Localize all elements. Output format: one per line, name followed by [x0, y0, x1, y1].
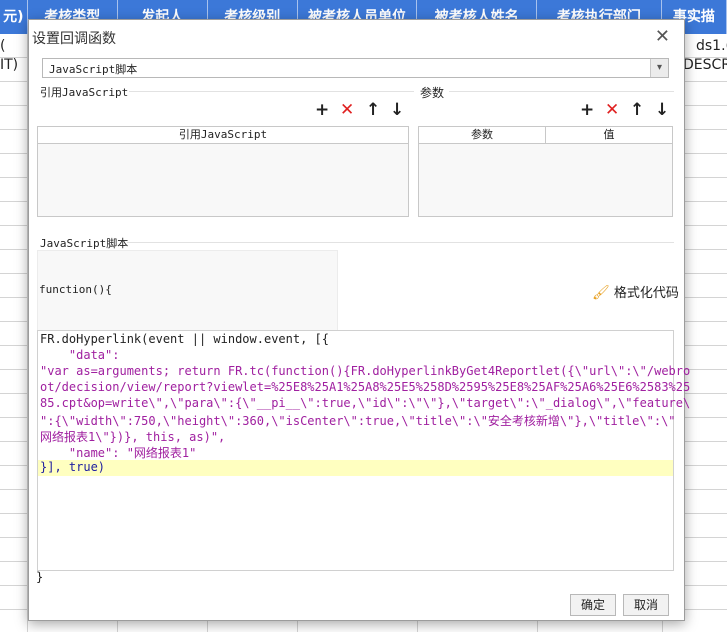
brush-icon: 🖌: [592, 285, 610, 301]
cell-left-row1[interactable]: (: [0, 38, 5, 54]
script-type-select[interactable]: JavaScript脚本 ▾: [42, 58, 669, 78]
column-header[interactable]: 元): [0, 0, 28, 34]
delete-ref-js-button[interactable]: ✕: [340, 101, 354, 119]
move-up-param-button[interactable]: ↑: [630, 101, 644, 119]
chevron-down-icon[interactable]: ▾: [650, 59, 668, 77]
ref-js-table-body[interactable]: [38, 144, 408, 216]
code-line: 85.cpt&op=write\",\"para\":{\"__pi__\":t…: [40, 396, 691, 410]
add-param-button[interactable]: +: [580, 101, 594, 119]
callback-function-dialog: 设置回调函数 ✕ JavaScript脚本 ▾ 引用JavaScript 参数 …: [28, 19, 690, 621]
ref-js-table[interactable]: 引用JavaScript: [37, 126, 409, 217]
cancel-button[interactable]: 取消: [623, 594, 669, 616]
section-divider: [129, 91, 414, 92]
current-line-highlight: [38, 460, 673, 476]
code-line: "var as=arguments; return FR.tc(function…: [40, 364, 691, 378]
params-table-header: 参数 值: [419, 127, 672, 144]
ref-js-column-header[interactable]: 引用JavaScript: [38, 127, 408, 143]
cell-right-row1[interactable]: ds1.(: [696, 38, 727, 54]
params-table[interactable]: 参数 值: [418, 126, 673, 217]
move-up-ref-js-button[interactable]: ↑: [366, 101, 380, 119]
code-line: ot/decision/view/report?viewlet=%25E8%25…: [40, 380, 691, 394]
function-header: function(){: [39, 283, 112, 296]
move-down-param-button[interactable]: ↓: [655, 101, 669, 119]
dialog-title: 设置回调函数: [32, 31, 116, 47]
params-table-body[interactable]: [419, 144, 672, 216]
code-line: "name": "网络报表1": [40, 446, 197, 460]
close-icon[interactable]: ✕: [655, 26, 670, 47]
code-line: 网络报表1\"})}, this, as)",: [40, 430, 226, 444]
script-type-value: JavaScript脚本: [49, 63, 138, 76]
code-editor[interactable]: FR.doHyperlink(event || window.event, [{…: [37, 330, 690, 571]
format-code-button[interactable]: 🖌 格式化代码: [592, 282, 679, 301]
param-value-column-header[interactable]: 值: [546, 127, 672, 143]
params-section-label: 参数: [420, 86, 445, 100]
js-script-section-label: JavaScript脚本: [40, 237, 129, 250]
add-ref-js-button[interactable]: +: [315, 101, 329, 119]
param-name-column-header[interactable]: 参数: [419, 127, 546, 143]
delete-param-button[interactable]: ✕: [605, 101, 619, 119]
format-code-label: 格式化代码: [613, 286, 679, 301]
section-divider: [449, 91, 674, 92]
section-divider: [127, 242, 674, 243]
ref-js-table-header: 引用JavaScript: [38, 127, 408, 144]
code-line: FR.doHyperlink(event || window.event, [{: [40, 332, 329, 346]
code-line: ":{\"width\":750,\"height\":360,\"isCent…: [40, 414, 676, 428]
function-closing-brace: }: [36, 570, 44, 584]
cell-left-row2[interactable]: IT): [0, 57, 27, 73]
cell-right-row2[interactable]: DESCR: [683, 57, 727, 73]
code-line: }], true): [40, 460, 106, 474]
code-line: "data":: [40, 348, 120, 362]
ok-button[interactable]: 确定: [570, 594, 616, 616]
ref-js-section-label: 引用JavaScript: [40, 86, 129, 99]
move-down-ref-js-button[interactable]: ↓: [390, 101, 404, 119]
